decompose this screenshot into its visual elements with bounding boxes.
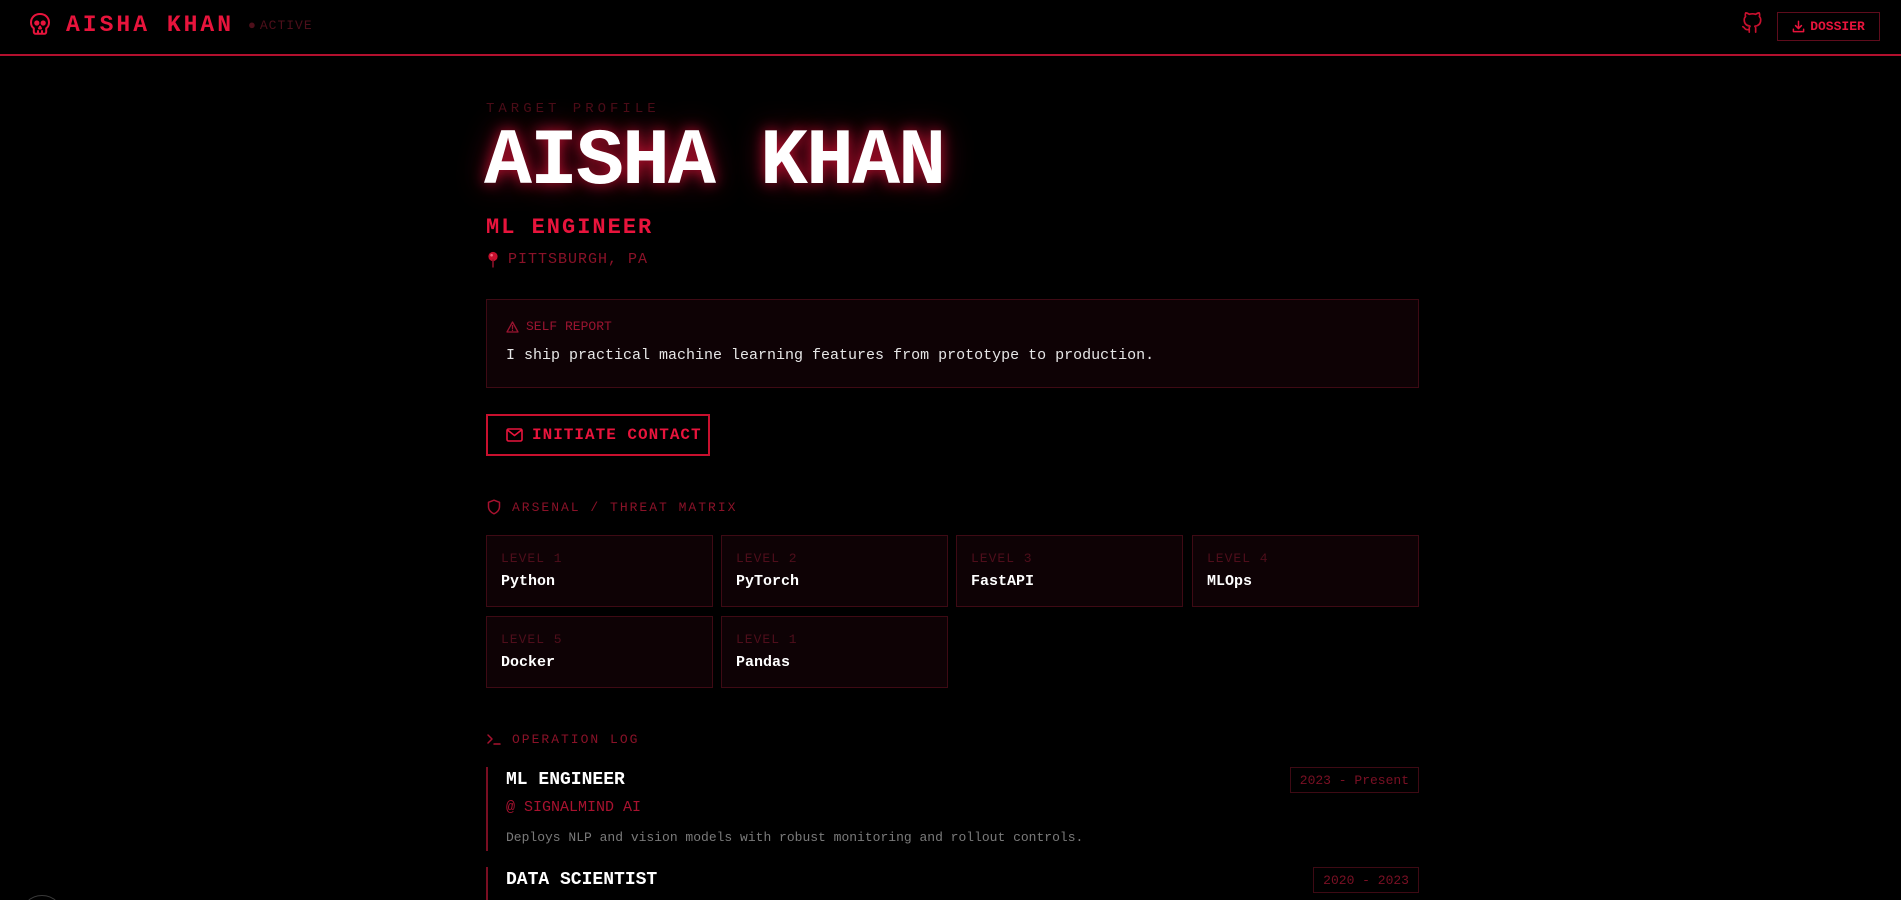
job-title: DATA SCIENTIST bbox=[506, 870, 658, 890]
profile-role: ML ENGINEER bbox=[486, 215, 654, 240]
terminal-icon bbox=[487, 734, 501, 745]
arsenal-heading: ARSENAL / THREAT MATRIX bbox=[486, 499, 737, 515]
skill-level: LEVEL 3 bbox=[971, 551, 1033, 566]
self-report-label: SELF REPORT bbox=[526, 319, 612, 334]
self-report-panel: SELF REPORT I ship practical machine lea… bbox=[486, 299, 1419, 388]
skull-icon bbox=[30, 13, 50, 35]
shield-icon bbox=[487, 499, 501, 515]
job-description: Deploys NLP and vision models with robus… bbox=[506, 830, 1084, 845]
skill-card-fastapi: LEVEL 3 FastAPI bbox=[956, 535, 1183, 607]
skill-name: Docker bbox=[501, 654, 556, 671]
operation-log-heading-text: OPERATION LOG bbox=[512, 731, 640, 747]
profile-eyebrow: TARGET PROFILE bbox=[486, 101, 660, 117]
location-pin-icon bbox=[488, 251, 498, 268]
location-text: PITTSBURGH, PA bbox=[508, 251, 649, 268]
skill-card-python: LEVEL 1 Python bbox=[486, 535, 713, 607]
status-label: ACTIVE bbox=[259, 17, 313, 33]
profile-name: AISHA KHAN bbox=[484, 117, 946, 208]
brand-name: AISHA KHAN bbox=[66, 12, 235, 38]
skill-card-pytorch: LEVEL 2 PyTorch bbox=[721, 535, 948, 607]
download-dossier-button[interactable]: DOSSIER bbox=[1777, 12, 1880, 41]
arsenal-heading-text: ARSENAL / THREAT MATRIX bbox=[512, 499, 738, 515]
initiate-contact-label: INITIATE CONTACT bbox=[532, 426, 702, 444]
skill-level: LEVEL 2 bbox=[736, 551, 798, 566]
initiate-contact-button[interactable]: INITIATE CONTACT bbox=[486, 414, 710, 456]
self-report-header: SELF REPORT bbox=[506, 319, 612, 334]
operation-log-heading: OPERATION LOG bbox=[486, 731, 639, 747]
job-company: @ SIGNALMIND AI bbox=[506, 799, 642, 816]
dossier-label: DOSSIER bbox=[1810, 19, 1865, 34]
skill-name: PyTorch bbox=[736, 573, 800, 590]
job-dates: 2020 - 2023 bbox=[1313, 867, 1419, 893]
skill-level: LEVEL 5 bbox=[501, 632, 563, 647]
warning-icon bbox=[506, 320, 519, 333]
skill-name: Pandas bbox=[736, 654, 791, 671]
status-dot-icon: ● bbox=[248, 17, 257, 33]
mail-icon bbox=[506, 428, 523, 442]
download-icon bbox=[1792, 20, 1805, 33]
github-icon[interactable] bbox=[1741, 12, 1763, 34]
skill-card-mlops: LEVEL 4 MLOps bbox=[1192, 535, 1419, 607]
job-title: ML ENGINEER bbox=[506, 770, 625, 790]
skill-card-docker: LEVEL 5 Docker bbox=[486, 616, 713, 688]
skill-card-pandas: LEVEL 1 Pandas bbox=[721, 616, 948, 688]
skill-name: FastAPI bbox=[971, 573, 1035, 590]
skill-level: LEVEL 1 bbox=[501, 551, 563, 566]
status-badge: ● ACTIVE bbox=[248, 18, 313, 33]
job-entry: DATA SCIENTIST 2020 - 2023 bbox=[486, 867, 1419, 900]
skill-level: LEVEL 4 bbox=[1207, 551, 1269, 566]
top-bar: AISHA KHAN ● ACTIVE DOSSIER bbox=[0, 0, 1901, 56]
job-entry: ML ENGINEER @ SIGNALMIND AI Deploys NLP … bbox=[486, 767, 1419, 851]
brand[interactable]: AISHA KHAN ● ACTIVE bbox=[28, 12, 313, 38]
job-dates: 2023 - Present bbox=[1289, 767, 1419, 793]
self-report-text: I ship practical machine learning featur… bbox=[506, 347, 1155, 364]
skill-level: LEVEL 1 bbox=[736, 632, 798, 647]
skill-name: MLOps bbox=[1207, 573, 1253, 590]
floating-action-button[interactable] bbox=[20, 895, 64, 900]
skill-name: Python bbox=[501, 573, 556, 590]
profile-location: PITTSBURGH, PA bbox=[486, 251, 648, 268]
